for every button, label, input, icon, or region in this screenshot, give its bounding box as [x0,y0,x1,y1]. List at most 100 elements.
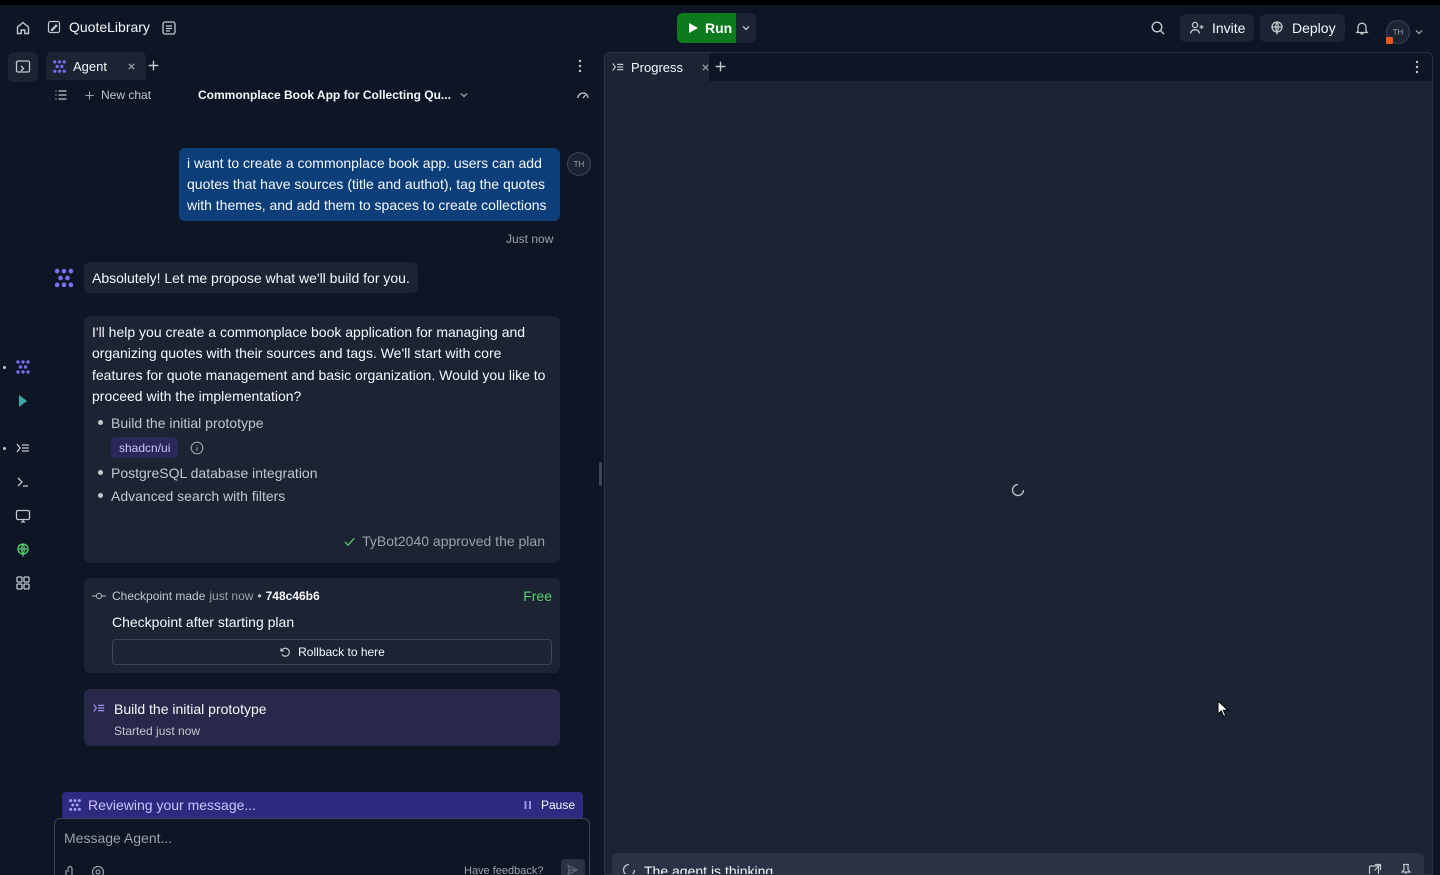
bullet [98,470,103,476]
notifications-bell-icon[interactable] [1348,14,1376,42]
account-menu[interactable]: TH [1386,20,1424,44]
agent-status-bar: Reviewing your message... Pause [62,792,583,818]
send-icon [567,864,579,875]
play-icon [687,22,699,34]
chat-history-icon[interactable] [54,88,68,102]
info-icon[interactable] [190,441,204,455]
pane-menu-icon[interactable] [578,59,582,73]
add-tab-icon[interactable] [714,60,727,73]
invite-label: Invite [1212,20,1246,36]
avatar-initials: TH [1392,27,1404,37]
user-message: i want to create a commonplace book app.… [179,148,560,221]
check-icon [344,537,355,546]
project-name-button[interactable]: QuoteLibrary [47,19,150,35]
commit-icon [92,592,106,600]
mouse-cursor-icon [1217,700,1229,718]
new-chat-label: New chat [101,88,152,102]
run-options-button[interactable] [736,13,756,43]
plan-tag: shadcn/ui [111,437,179,459]
deploy-label: Deploy [1292,20,1336,36]
checkpoint-separator: • [257,589,262,603]
pause-icon [524,801,531,809]
checkpoint-when: just now [209,589,254,603]
run-label: Run [705,20,733,36]
checkpoint-made-label: Checkpoint made [112,589,206,603]
pause-label: Pause [540,798,575,812]
checkpoint-price: Free [523,588,552,604]
progress-icon [611,60,625,74]
plan-item: PostgreSQL database integration [98,461,552,484]
deployments-icon[interactable] [8,535,38,565]
progress-body: The agent is thinking. [605,81,1432,875]
avatar: TH [1386,20,1410,44]
progress-tab-bar [605,53,1432,81]
close-tab-icon[interactable] [701,63,710,72]
task-status: Started just now [114,724,201,738]
pause-button[interactable]: Pause [524,798,575,812]
settings-icon[interactable] [91,865,105,875]
loading-spinner-icon [1011,483,1025,497]
chat-title-dropdown[interactable]: Commonplace Book App for Collecting Qu..… [198,88,469,102]
chevron-down-icon [460,93,468,98]
search-icon[interactable] [1144,14,1172,42]
bullet [98,493,103,499]
send-button[interactable] [561,859,585,875]
thinking-bar: The agent is thinking. [612,853,1424,875]
close-tab-icon[interactable] [127,62,136,71]
agent-avatar-icon [53,267,75,289]
webview-icon[interactable] [8,501,38,531]
pin-icon[interactable] [1400,863,1412,874]
plan-item-label: PostgreSQL database integration [111,464,318,481]
chevron-down-icon [741,23,751,33]
rollback-icon [280,647,291,657]
invite-button[interactable]: Invite [1180,14,1255,42]
approved-text: TyBot2040 approved the plan [362,533,545,549]
usage-gauge-icon[interactable] [576,88,590,102]
attach-icon[interactable] [65,865,77,875]
add-tab-icon[interactable] [147,59,160,72]
shell-icon[interactable] [8,467,38,497]
thinking-text: The agent is thinking. [644,863,778,875]
open-external-icon[interactable] [1368,863,1382,874]
left-rail [0,52,46,875]
project-info-icon[interactable] [155,14,183,42]
pane-menu-icon[interactable] [1415,60,1419,74]
all-tools-grid-icon[interactable] [8,568,38,598]
message-input[interactable]: Message Agent... [64,830,172,846]
add-user-icon [1189,20,1205,36]
avatar-status-badge [1386,37,1393,44]
progress-icon[interactable] [8,433,38,463]
home-icon[interactable] [9,14,37,42]
checkpoint-card: Checkpoint made just now • 748c46b6 Free… [84,578,560,673]
tab-agent[interactable]: Agent [46,52,146,80]
checkpoint-meta: Checkpoint made just now • 748c46b6 [92,589,320,603]
plus-icon [85,90,94,100]
agent-logo-icon [69,799,81,811]
rollback-label: Rollback to here [298,645,385,659]
plan-card: I'll help you create a commonplace book … [84,316,560,563]
agent-logo-icon [52,59,67,74]
bullet [98,420,103,426]
run-button[interactable]: Run [677,13,741,43]
plan-approved: TyBot2040 approved the plan [343,533,545,549]
plan-intro: I'll help you create a commonplace book … [92,324,546,404]
checkpoint-hash[interactable]: 748c46b6 [266,589,320,603]
rollback-button[interactable]: Rollback to here [112,639,552,665]
new-chat-button[interactable]: New chat [84,88,151,102]
chat-title: Commonplace Book App for Collecting Qu..… [198,88,451,102]
feedback-link[interactable]: Have feedback? [464,865,544,875]
message-composer[interactable]: Message Agent... Have feedback? [54,818,590,875]
pane-resize-handle[interactable] [599,462,602,486]
tab-progress[interactable]: Progress [605,53,709,81]
assistant-icon[interactable] [8,386,38,416]
user-avatar-initials: TH [573,159,585,169]
deploy-button[interactable]: Deploy [1260,14,1345,42]
agent-tab-bar: Agent [46,52,598,80]
agent-logo-icon[interactable] [8,352,38,382]
files-toggle-icon[interactable] [8,52,38,82]
plan-item-label: Advanced search with filters [111,487,286,504]
agent-reply-text: Absolutely! Let me propose what we'll bu… [92,269,410,286]
task-card[interactable]: Build the initial prototype Started just… [84,689,560,746]
chat-scroll-area[interactable]: i want to create a commonplace book app.… [46,110,598,875]
plan-list: Build the initial prototype shadcn/ui Po… [84,407,560,507]
